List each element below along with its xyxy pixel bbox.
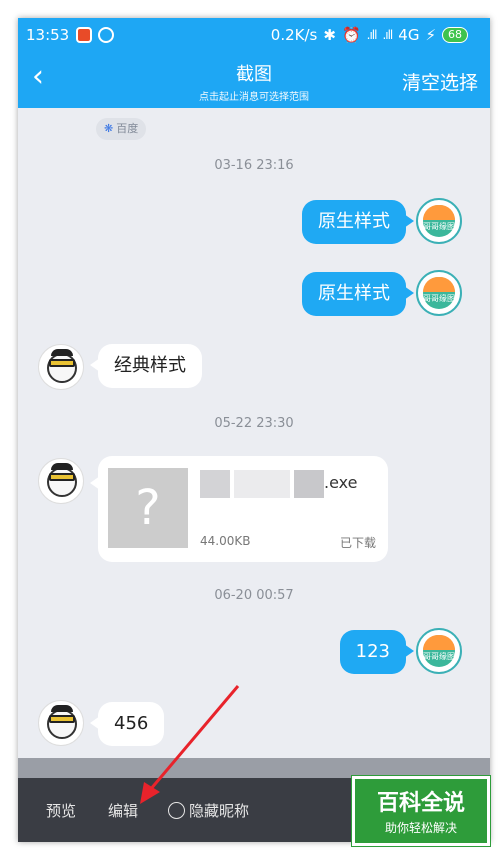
source-tag-label: 百度: [116, 122, 139, 135]
avatar-glasses-icon: [49, 473, 75, 481]
avatar-glasses-icon: [49, 715, 75, 723]
redacted-block: [200, 470, 230, 498]
charging-icon: ⚡: [425, 26, 436, 44]
message-bubble[interactable]: 原生样式: [302, 200, 414, 244]
edit-button[interactable]: 编辑: [108, 800, 138, 821]
status-bar: 13:53 0.2K/s ✱ ⏰ .ıll .ıll 4G ⚡ 68: [18, 18, 490, 52]
avatar-logo: 哥哥缘图: [423, 277, 455, 309]
message-bubble[interactable]: 456: [89, 702, 165, 746]
signal-icon-2: .ıll: [382, 28, 393, 42]
message-bubble[interactable]: 原生样式: [302, 272, 414, 316]
file-message-card[interactable]: ? .exe 44.00KB 已下载: [90, 456, 388, 562]
hide-nickname-label: 隐藏昵称: [189, 802, 250, 820]
selection-divider: [18, 758, 490, 778]
timestamp: 03-16 23:16: [214, 158, 294, 173]
timestamp: 06-20 00:57: [214, 588, 294, 603]
redacted-block: [234, 470, 290, 498]
header-bar: 13:53 0.2K/s ✱ ⏰ .ıll .ıll 4G ⚡ 68 ‹ 截图 …: [18, 18, 490, 108]
avatar-face: [47, 353, 77, 383]
battery-icon: 68: [442, 27, 468, 43]
file-extension: .exe: [324, 473, 358, 492]
avatar-hair: [51, 463, 73, 470]
contact-avatar[interactable]: [38, 344, 84, 390]
file-name: .exe: [200, 470, 380, 498]
watermark-subtitle: 助你轻松解决: [384, 821, 457, 835]
avatar-glasses-icon: [49, 359, 75, 367]
redacted-block: [294, 470, 324, 498]
watermark-logo: 百科全说 助你轻松解决: [351, 775, 491, 847]
my-avatar[interactable]: 哥哥缘图: [416, 628, 462, 674]
file-status: 已下载: [339, 536, 376, 550]
my-avatar[interactable]: 哥哥缘图: [416, 270, 462, 316]
avatar-logo: 哥哥缘图: [423, 635, 455, 667]
signal-icon-1: .ıll: [366, 28, 378, 42]
bluetooth-icon: ✱: [323, 26, 336, 44]
message-bubble[interactable]: 123: [339, 630, 415, 674]
avatar-hair: [51, 349, 73, 356]
contact-avatar[interactable]: [38, 700, 84, 746]
clear-selection-button[interactable]: 清空选择: [402, 68, 478, 95]
watermark-title: 百科全说: [376, 791, 465, 816]
notification-app-icon: [76, 27, 92, 43]
app-window: 13:53 0.2K/s ✱ ⏰ .ıll .ıll 4G ⚡ 68 ‹ 截图 …: [18, 18, 490, 842]
timestamp: 05-22 23:30: [214, 416, 294, 431]
my-avatar[interactable]: 哥哥缘图: [416, 198, 462, 244]
hide-nickname-toggle[interactable]: 隐藏昵称: [168, 800, 249, 821]
status-time: 13:53: [26, 26, 70, 44]
radio-unchecked-icon[interactable]: [168, 802, 185, 819]
unknown-file-icon: ?: [108, 468, 188, 548]
avatar-face: [47, 467, 77, 497]
baidu-paw-icon: ❋: [104, 122, 114, 135]
source-tag: ❋ 百度: [96, 118, 147, 140]
message-bubble[interactable]: 经典样式: [90, 344, 202, 388]
alarm-icon: ⏰: [341, 26, 361, 44]
preview-button[interactable]: 预览: [46, 800, 76, 821]
contact-avatar[interactable]: [38, 458, 84, 504]
file-size: 44.00KB: [200, 534, 251, 548]
status-right-group: 0.2K/s ✱ ⏰ .ıll .ıll 4G ⚡ 68: [271, 26, 468, 44]
avatar-logo: 哥哥缘图: [423, 205, 455, 237]
network-speed: 0.2K/s: [270, 26, 318, 44]
notification-circle-icon: [98, 27, 114, 43]
network-type: 4G: [398, 26, 420, 44]
avatar-face: [47, 709, 77, 739]
avatar-hair: [51, 705, 73, 712]
